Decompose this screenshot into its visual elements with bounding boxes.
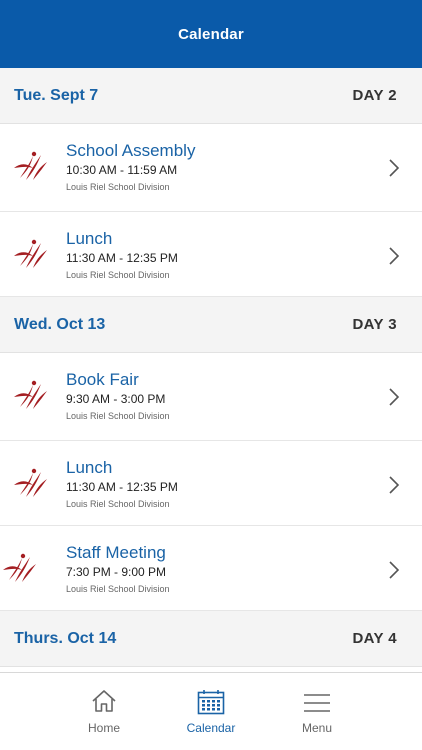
event-row[interactable]: Staff Meeting 7:30 PM - 9:00 PM Louis Ri… (0, 526, 422, 611)
event-details: Staff Meeting 7:30 PM - 9:00 PM Louis Ri… (66, 543, 170, 596)
chevron-right-icon[interactable] (388, 387, 400, 407)
event-title: Staff Meeting (66, 543, 166, 562)
day-header: Thurs. Oct 14 DAY 4 (0, 611, 422, 667)
hamburger-menu-icon (304, 694, 330, 712)
event-title: Book Fair (66, 370, 139, 389)
calendar-list[interactable]: Tue. Sept 7 DAY 2 School Assembly 10:30 … (0, 68, 422, 672)
day-date: Thurs. Oct 14 (14, 629, 117, 647)
tab-home-label: Home (87, 721, 120, 735)
home-icon (92, 690, 116, 712)
chevron-right-icon[interactable] (388, 158, 400, 178)
school-division-logo-icon (14, 468, 47, 497)
day-number: DAY 4 (352, 630, 397, 647)
event-organization: Louis Riel School Division (66, 499, 170, 509)
event-details: Lunch 11:30 AM - 12:35 PM Louis Riel Sch… (66, 229, 178, 282)
event-organization: Louis Riel School Division (66, 182, 170, 192)
event-row[interactable]: School Assembly 10:30 AM - 11:59 AM Loui… (0, 124, 422, 212)
event-row[interactable]: Book Fair 9:30 AM - 3:00 PM Louis Riel S… (0, 353, 422, 441)
tab-menu[interactable]: Menu (272, 673, 362, 750)
calendar-icon (197, 690, 225, 715)
bottom-tab-bar: Home Calendar Menu (0, 672, 422, 750)
tab-calendar-label: Calendar (186, 721, 236, 735)
event-time: 11:30 AM - 12:35 PM (66, 480, 178, 494)
tab-home[interactable]: Home (59, 673, 149, 750)
event-organization: Louis Riel School Division (66, 411, 170, 421)
chevron-right-icon[interactable] (388, 475, 400, 495)
school-division-logo-icon (3, 553, 36, 582)
event-time: 9:30 AM - 3:00 PM (66, 392, 166, 406)
event-title: School Assembly (66, 141, 196, 160)
event-row[interactable]: Lunch 11:30 AM - 12:35 PM Louis Riel Sch… (0, 441, 422, 526)
event-organization: Louis Riel School Division (66, 584, 170, 594)
day-number: DAY 2 (352, 87, 397, 104)
school-division-logo-icon (14, 239, 47, 268)
school-division-logo-icon (14, 380, 47, 409)
tab-calendar[interactable]: Calendar (166, 673, 256, 750)
day-date: Wed. Oct 13 (14, 315, 106, 333)
tab-menu-label: Menu (301, 721, 333, 735)
chevron-right-icon[interactable] (388, 246, 400, 266)
event-time: 11:30 AM - 12:35 PM (66, 251, 178, 265)
event-time: 7:30 PM - 9:00 PM (66, 565, 167, 579)
event-details: Lunch 11:30 AM - 12:35 PM Louis Riel Sch… (66, 458, 178, 511)
app-header: Calendar (0, 0, 422, 68)
event-details: School Assembly 10:30 AM - 11:59 AM Loui… (66, 141, 195, 194)
day-header: Wed. Oct 13 DAY 3 (0, 297, 422, 353)
day-number: DAY 3 (352, 316, 397, 333)
event-time: 10:30 AM - 11:59 AM (66, 163, 178, 177)
page-title: Calendar (178, 25, 244, 43)
event-details: Book Fair 9:30 AM - 3:00 PM Louis Riel S… (66, 370, 170, 423)
day-date: Tue. Sept 7 (14, 86, 99, 104)
event-title: Lunch (66, 229, 113, 248)
day-header: Tue. Sept 7 DAY 2 (0, 68, 422, 124)
event-organization: Louis Riel School Division (66, 270, 170, 280)
event-row[interactable]: Lunch 11:30 AM - 12:35 PM Louis Riel Sch… (0, 212, 422, 297)
event-title: Lunch (66, 458, 113, 477)
chevron-right-icon[interactable] (388, 560, 400, 580)
school-division-logo-icon (14, 151, 47, 180)
